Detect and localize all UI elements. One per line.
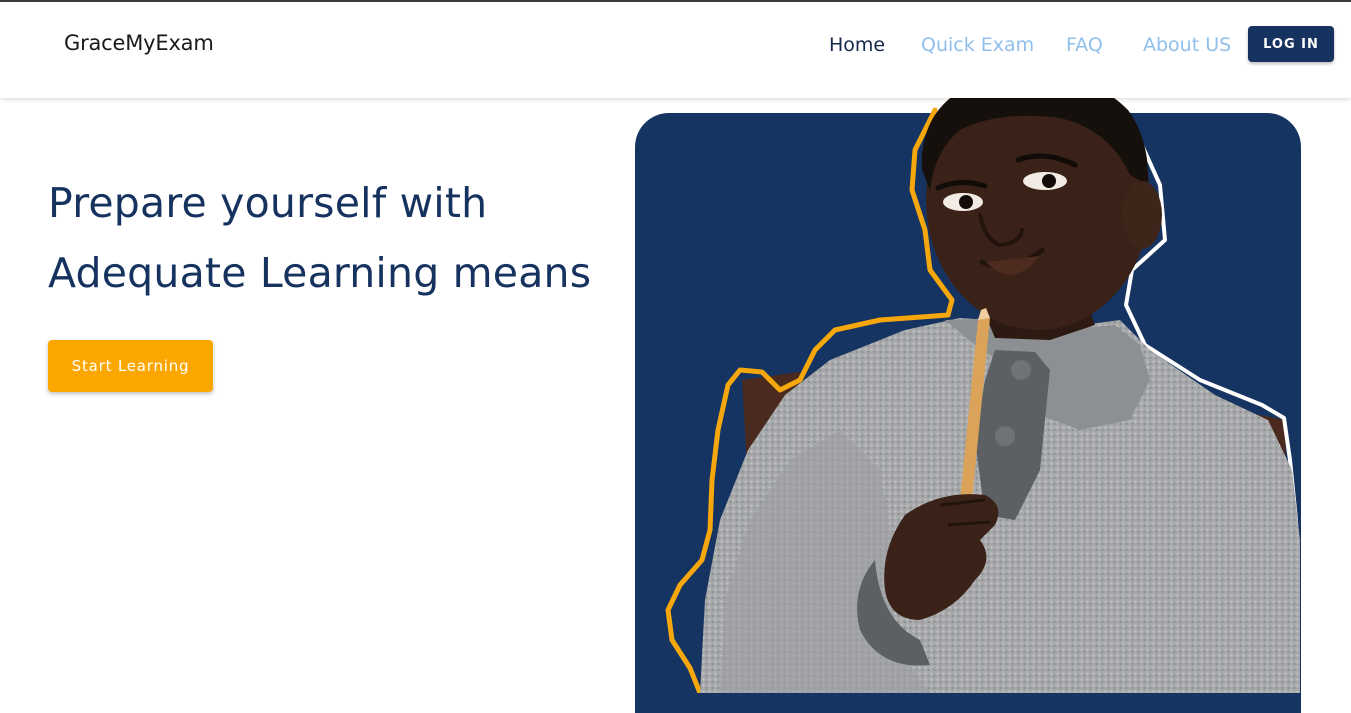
student-photo bbox=[665, 70, 1300, 693]
navbar: GraceMyExam Home Quick Exam FAQ About US… bbox=[0, 2, 1351, 98]
nav-link-home[interactable]: Home bbox=[829, 34, 885, 56]
brand-logo[interactable]: GraceMyExam bbox=[64, 31, 214, 55]
nav-link-about-us[interactable]: About US bbox=[1143, 34, 1231, 56]
nav-link-faq[interactable]: FAQ bbox=[1066, 34, 1103, 56]
nav-link-quick-exam[interactable]: Quick Exam bbox=[921, 34, 1034, 56]
login-button[interactable]: LOG IN bbox=[1248, 26, 1334, 62]
